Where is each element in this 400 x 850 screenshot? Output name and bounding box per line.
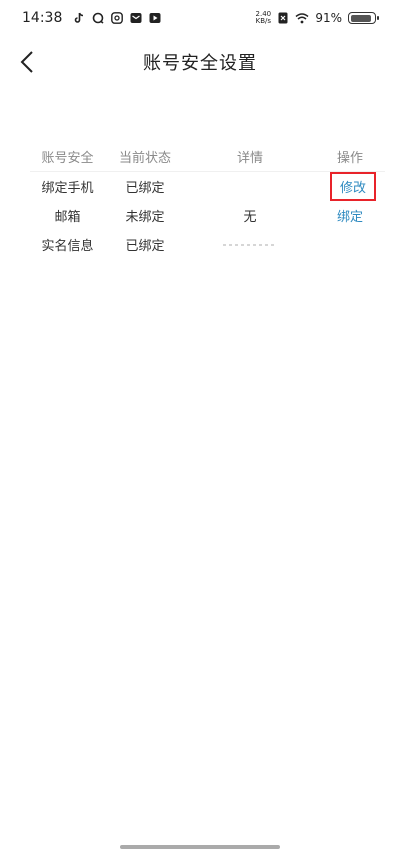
- header-details: 详情: [236, 151, 263, 166]
- play-icon: [149, 13, 161, 23]
- status-right: 2.40 KB/s 91%: [255, 11, 379, 25]
- tiktok-icon: [75, 12, 84, 23]
- row-status: 已绑定: [125, 239, 165, 254]
- header-current-status: 当前状态: [118, 151, 171, 166]
- chevron-left-icon: [20, 51, 33, 73]
- row-detail: [185, 237, 315, 252]
- status-bar: 14:38 2.40 KB/s 91%: [0, 0, 400, 36]
- table-row-phone: 绑定手机 已绑定 修改: [30, 172, 385, 201]
- chat-bubble-icon: [93, 12, 104, 24]
- row-item-label: 实名信息: [41, 239, 94, 254]
- row-action-cell: 绑定: [315, 206, 385, 225]
- table-row-realname: 实名信息 已绑定: [30, 230, 385, 259]
- modify-phone-button[interactable]: 修改: [329, 172, 376, 201]
- nav-bar: 账号安全设置: [0, 40, 400, 84]
- mail-icon: [130, 13, 142, 23]
- row-action-cell: 修改: [315, 172, 385, 201]
- row-status: 已绑定: [125, 181, 165, 196]
- status-left: 14:38: [22, 10, 161, 26]
- at-sign-icon: [111, 12, 124, 24]
- masked-detail: [223, 243, 277, 246]
- battery-level: [350, 14, 372, 22]
- sim-x-icon: [278, 12, 288, 24]
- battery-icon: [348, 12, 379, 24]
- home-indicator[interactable]: [120, 845, 280, 849]
- table-row-email: 邮箱 未绑定 无 绑定: [30, 201, 385, 230]
- row-item-label: 绑定手机: [41, 181, 94, 196]
- table-header: 账号安全 当前状态 详情 操作: [30, 142, 385, 172]
- row-item-label: 邮箱: [54, 210, 81, 225]
- status-time: 14:38: [22, 10, 63, 26]
- network-speed: 2.40 KB/s: [255, 11, 272, 25]
- header-account-security: 账号安全: [41, 151, 94, 166]
- security-table: 账号安全 当前状态 详情 操作 绑定手机 已绑定 修改 邮箱 未绑定 无 绑定 …: [30, 142, 385, 259]
- header-action: 操作: [336, 151, 363, 166]
- battery-percent: 91%: [315, 11, 342, 25]
- row-detail: 无: [243, 210, 257, 225]
- page-title: 账号安全设置: [143, 53, 257, 74]
- back-button[interactable]: [12, 46, 42, 78]
- wifi-icon: [295, 13, 309, 24]
- bind-email-button[interactable]: 绑定: [337, 206, 363, 225]
- row-status: 未绑定: [125, 210, 165, 225]
- network-speed-unit: KB/s: [255, 17, 272, 25]
